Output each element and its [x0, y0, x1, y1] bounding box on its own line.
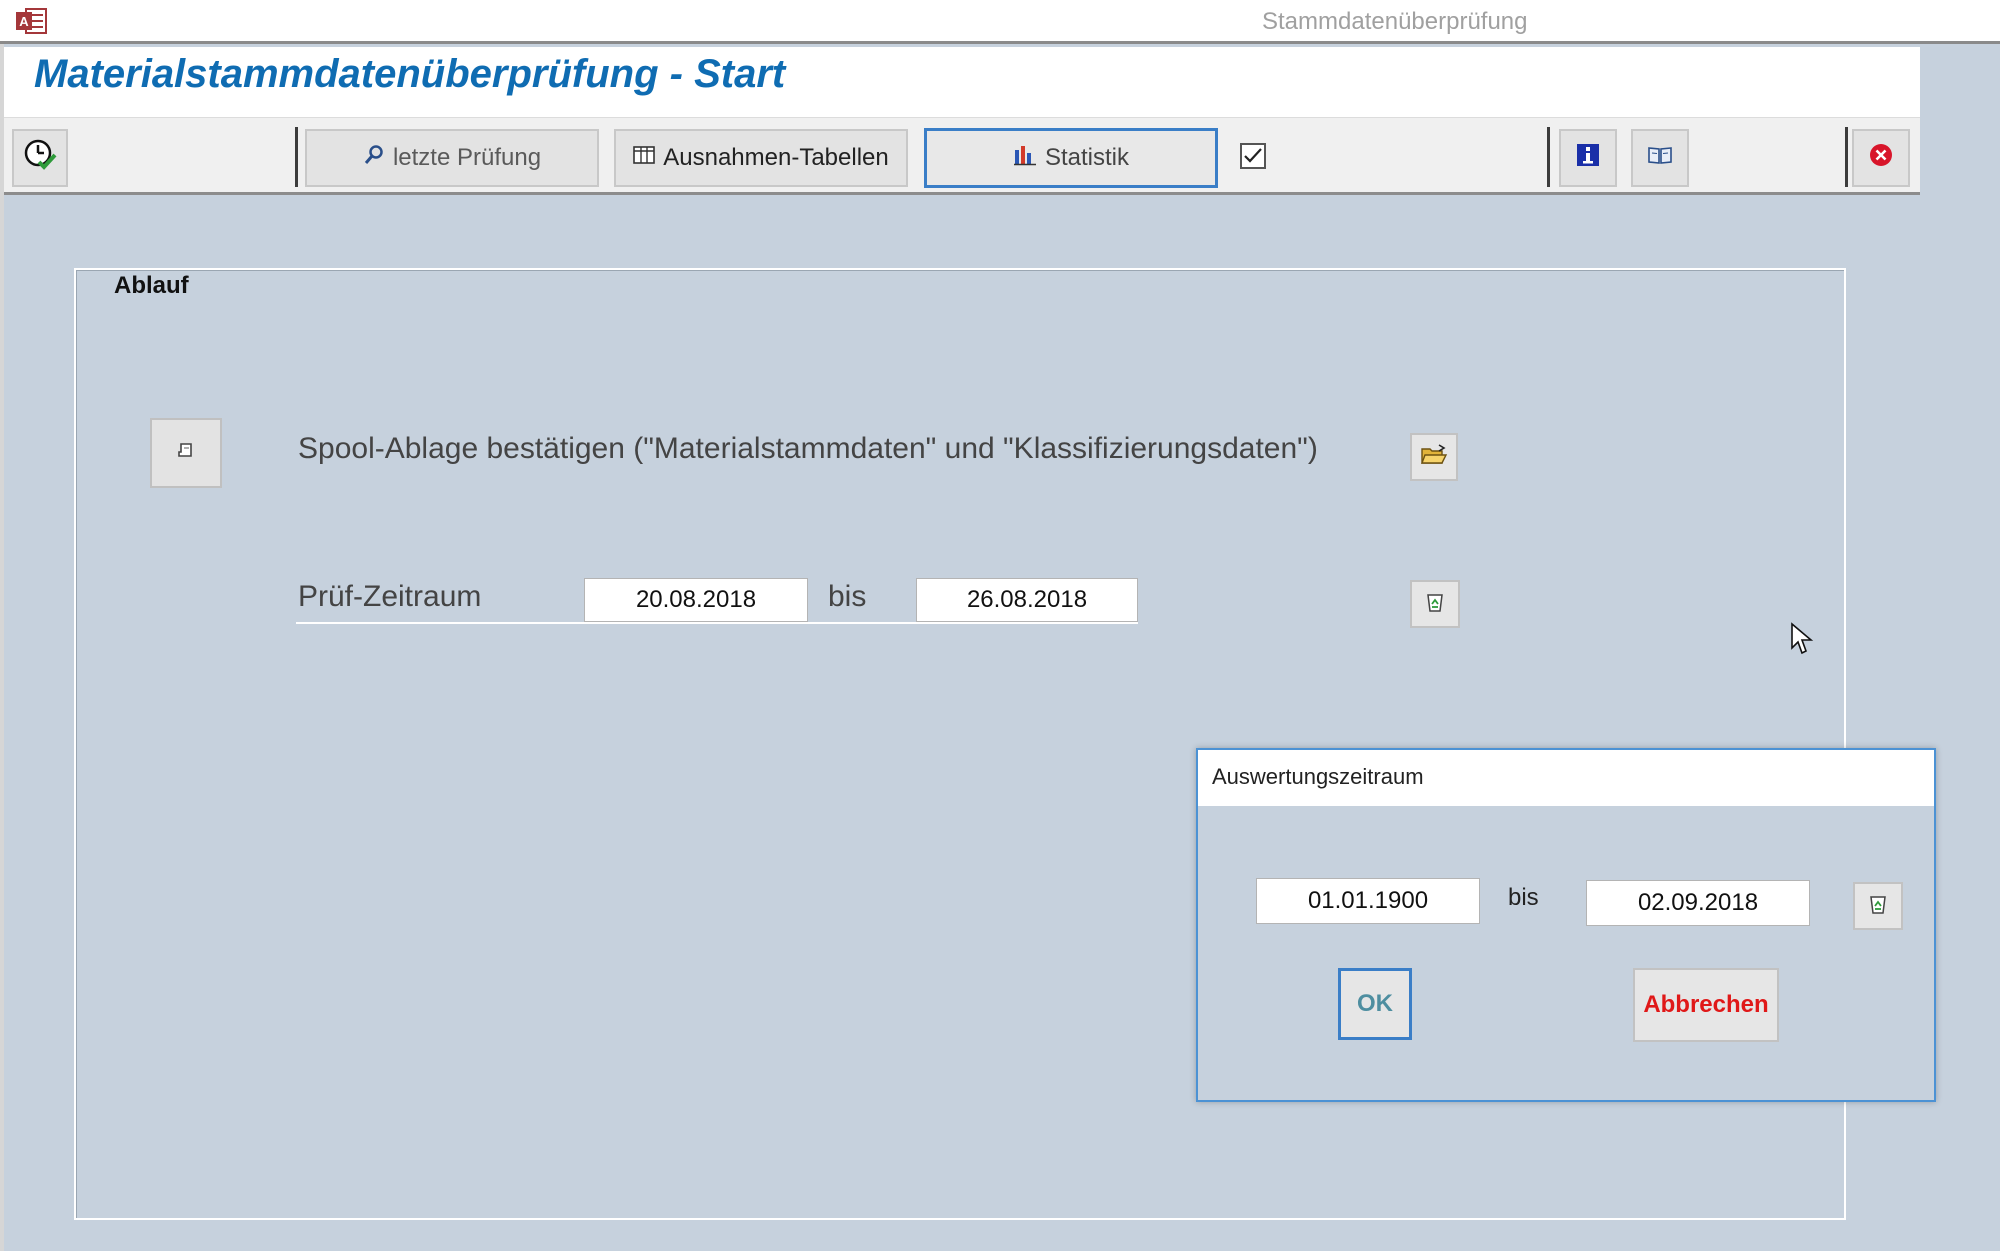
recycle-bin-icon [1867, 892, 1889, 921]
svg-text:A: A [19, 14, 29, 29]
checkmark-icon [1244, 148, 1262, 163]
help-book-button[interactable] [1631, 129, 1689, 187]
close-icon [1868, 142, 1894, 175]
form-title: Materialstammdatenüberprüfung - Start [34, 52, 786, 96]
check-period-underline [296, 622, 1138, 624]
exceptions-tables-button[interactable]: Ausnahmen-Tabellen [614, 129, 908, 187]
info-button[interactable] [1559, 129, 1617, 187]
cancel-button[interactable]: Abbrechen [1633, 968, 1779, 1042]
open-folder-icon [1420, 443, 1448, 472]
window-title: Stammdatenüberprüfung [1262, 8, 1528, 35]
last-check-button[interactable]: letzte Prüfung [305, 129, 599, 187]
open-folder-button[interactable] [1410, 433, 1458, 481]
window-left-border [0, 44, 4, 1251]
dialog-from-input[interactable]: 01.01.1900 [1256, 878, 1480, 924]
book-icon [1647, 144, 1673, 173]
recycle-bin-icon [1424, 590, 1446, 619]
schedule-button[interactable] [12, 129, 68, 187]
clock-check-icon [23, 138, 57, 179]
check-period-bis-label: bis [828, 580, 867, 613]
spool-label: Spool-Ablage bestätigen ("Materialstammd… [298, 432, 1318, 465]
toolbar-separator [1845, 127, 1848, 187]
toolbar-checkbox[interactable] [1240, 143, 1266, 169]
toolbar-separator [295, 127, 298, 187]
window-title-bar [0, 0, 2000, 44]
check-period-label: Prüf-Zeitraum [298, 580, 482, 613]
check-period-from-input[interactable]: 20.08.2018 [584, 578, 808, 622]
statistics-button[interactable]: Statistik [924, 128, 1218, 188]
document-icon [175, 440, 197, 467]
ok-button[interactable]: OK [1338, 968, 1412, 1040]
last-check-label: letzte Prüfung [392, 144, 542, 171]
check-period-to-input[interactable]: 26.08.2018 [916, 578, 1138, 622]
clear-period-button[interactable] [1410, 580, 1460, 628]
exceptions-tables-label: Ausnahmen-Tabellen [663, 144, 889, 171]
bar-chart-icon [1013, 144, 1037, 173]
table-icon [633, 144, 656, 172]
statistics-label: Statistik [1044, 144, 1130, 171]
mouse-cursor-icon [1790, 622, 1814, 656]
access-app-icon[interactable]: A [14, 6, 48, 36]
dialog-to-input[interactable]: 02.09.2018 [1586, 880, 1810, 926]
search-icon [363, 144, 385, 173]
dialog-clear-button[interactable] [1853, 882, 1903, 930]
info-icon [1575, 142, 1601, 175]
ablauf-label: Ablauf [114, 272, 189, 299]
spool-confirm-button[interactable] [150, 418, 222, 488]
dialog-title: Auswertungszeitraum [1212, 764, 1424, 789]
toolbar-separator [1547, 127, 1550, 187]
dialog-bis-label: bis [1508, 884, 1539, 911]
close-form-button[interactable] [1852, 129, 1910, 187]
